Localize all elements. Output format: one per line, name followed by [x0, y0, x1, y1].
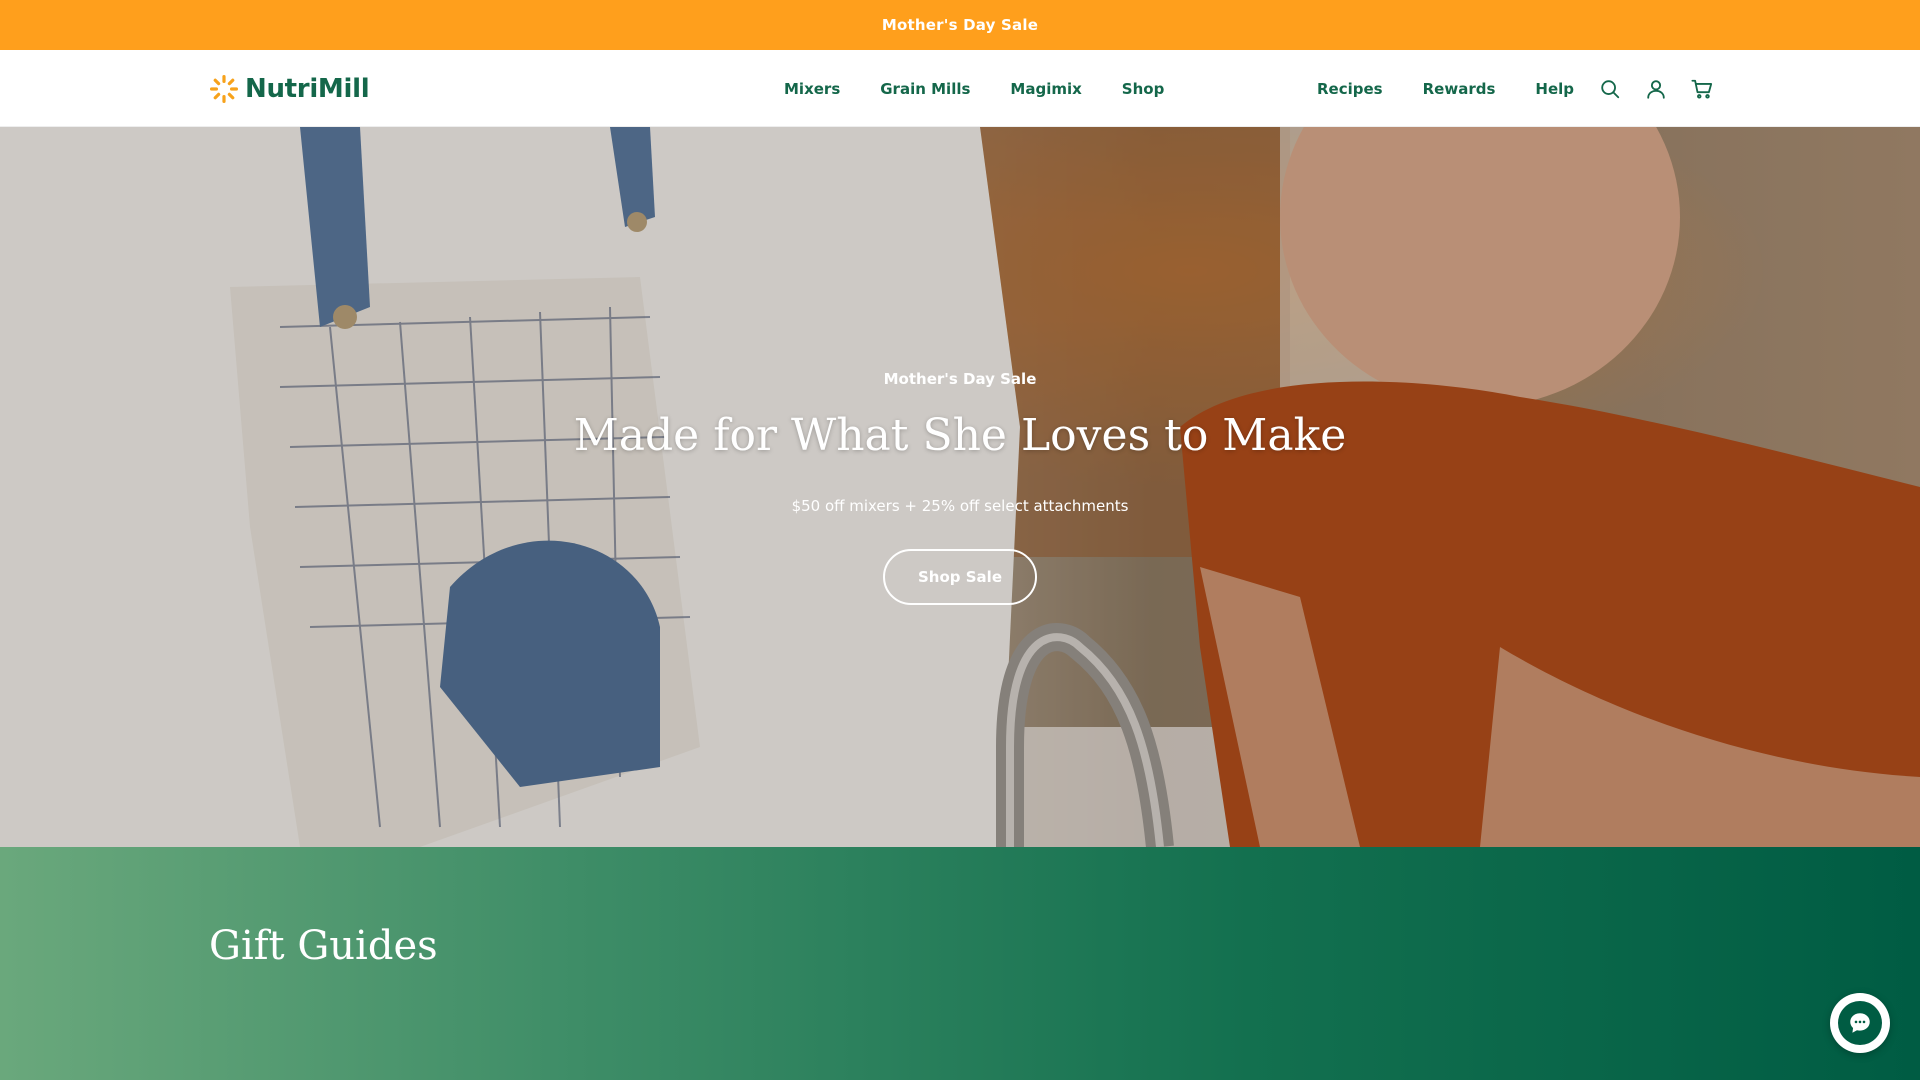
hero-title: Made for What She Loves to Make [573, 410, 1347, 461]
nav-mixers[interactable]: Mixers [784, 80, 840, 98]
nav-recipes[interactable]: Recipes [1317, 80, 1383, 98]
chat-button[interactable] [1830, 993, 1890, 1053]
announcement-bar[interactable]: Mother's Day Sale [0, 0, 1920, 50]
nav-rewards[interactable]: Rewards [1423, 80, 1496, 98]
hero-banner: Mother's Day Sale Made for What She Love… [0, 127, 1920, 847]
chat-bubble-icon[interactable] [1838, 1001, 1882, 1045]
sun-logo-icon [210, 75, 238, 103]
nav-magimix[interactable]: Magimix [1010, 80, 1081, 98]
nav-help[interactable]: Help [1535, 80, 1574, 98]
announcement-text[interactable]: Mother's Day Sale [882, 16, 1038, 34]
nav-shop[interactable]: Shop [1122, 80, 1165, 98]
secondary-nav: Recipes Rewards Help [1317, 50, 1574, 127]
gift-guides-section: Gift Guides [0, 847, 1920, 1080]
site-header: NutriMill Mixers Grain Mills Magimix Sho… [0, 50, 1920, 127]
shop-sale-button[interactable]: Shop Sale [883, 549, 1037, 605]
hero-eyebrow: Mother's Day Sale [883, 370, 1037, 388]
search-icon[interactable] [1597, 76, 1623, 102]
hero-content: Mother's Day Sale Made for What She Love… [0, 127, 1920, 847]
hero-subtitle: $50 off mixers + 25% off select attachme… [791, 497, 1129, 515]
logo-text[interactable]: NutriMill [245, 74, 370, 104]
account-icon[interactable] [1643, 76, 1669, 102]
nav-grain-mills[interactable]: Grain Mills [880, 80, 970, 98]
logo[interactable]: NutriMill [209, 72, 370, 106]
primary-nav: Mixers Grain Mills Magimix Shop [784, 50, 1164, 127]
gift-guides-title: Gift Guides [209, 923, 438, 969]
cart-icon[interactable] [1689, 76, 1715, 102]
header-icons [1597, 50, 1715, 127]
